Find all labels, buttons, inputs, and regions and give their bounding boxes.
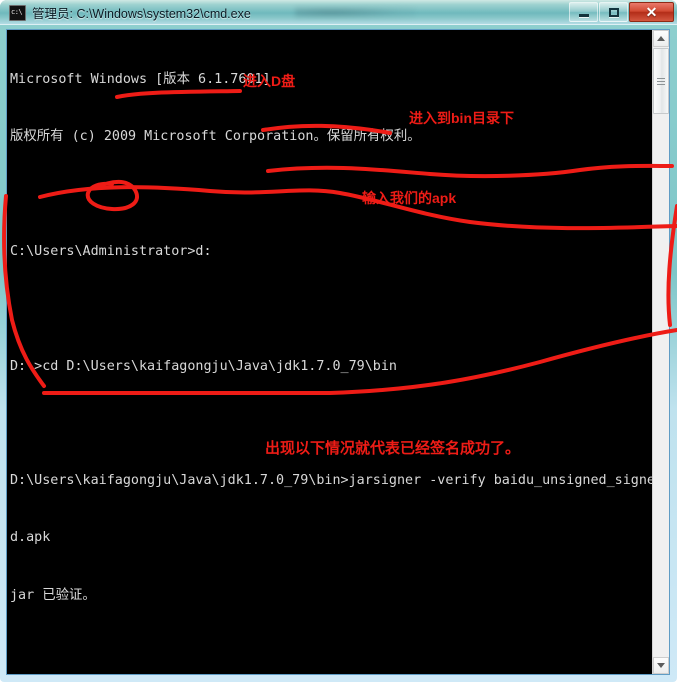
console-line: Microsoft Windows [版本 6.1.7601]: [10, 72, 271, 88]
close-icon: ✕: [645, 3, 658, 20]
scroll-down-arrow-button[interactable]: [653, 657, 669, 674]
grip-icon: [657, 77, 665, 85]
console-line: jar 已验证。: [10, 587, 96, 603]
title-redaction-blur: [295, 6, 415, 19]
close-button[interactable]: ✕: [629, 2, 674, 22]
caption-buttons: ✕: [568, 2, 674, 22]
annotation-input-apk: 输入我们的apk: [362, 190, 457, 206]
console-line: D:\Users\kaifagongju\Java\jdk1.7.0_79\bi…: [10, 473, 653, 489]
maximize-button[interactable]: [599, 2, 628, 22]
cmd-window: 管理员: C:\Windows\system32\cmd.exe ✕ Micro…: [0, 0, 677, 682]
vertical-scrollbar[interactable]: [652, 30, 669, 674]
cmd-console-icon[interactable]: [9, 4, 26, 21]
scroll-up-arrow-button[interactable]: [653, 30, 669, 47]
console-output-area[interactable]: Microsoft Windows [版本 6.1.7601] 版权所有 (c)…: [7, 30, 653, 674]
console-line: C:\Users\Administrator>d:: [10, 244, 212, 260]
annotation-d-drive: 进入D盘: [243, 73, 296, 89]
minimize-button[interactable]: [569, 2, 598, 22]
console-line: d.apk: [10, 530, 51, 546]
console-text: Microsoft Windows [版本 6.1.7601] 版权所有 (c)…: [10, 32, 653, 674]
scrollbar-thumb[interactable]: [653, 48, 669, 114]
console-frame: Microsoft Windows [版本 6.1.7601] 版权所有 (c)…: [6, 29, 670, 675]
minimize-icon: [570, 3, 597, 21]
triangle-down-icon: [657, 663, 665, 668]
console-line: D:\>cd D:\Users\kaifagongju\Java\jdk1.7.…: [10, 358, 397, 374]
maximize-icon: [600, 3, 627, 21]
title-bar-left: 管理员: C:\Windows\system32\cmd.exe: [9, 3, 251, 22]
triangle-up-icon: [657, 36, 665, 41]
window-title: 管理员: C:\Windows\system32\cmd.exe: [32, 7, 251, 21]
title-bar[interactable]: 管理员: C:\Windows\system32\cmd.exe ✕: [0, 0, 677, 25]
console-line: 版权所有 (c) 2009 Microsoft Corporation。保留所有…: [10, 129, 421, 145]
annotation-bin-dir: 进入到bin目录下: [409, 110, 514, 126]
annotation-success: 出现以下情况就代表已经签名成功了。: [265, 440, 521, 457]
